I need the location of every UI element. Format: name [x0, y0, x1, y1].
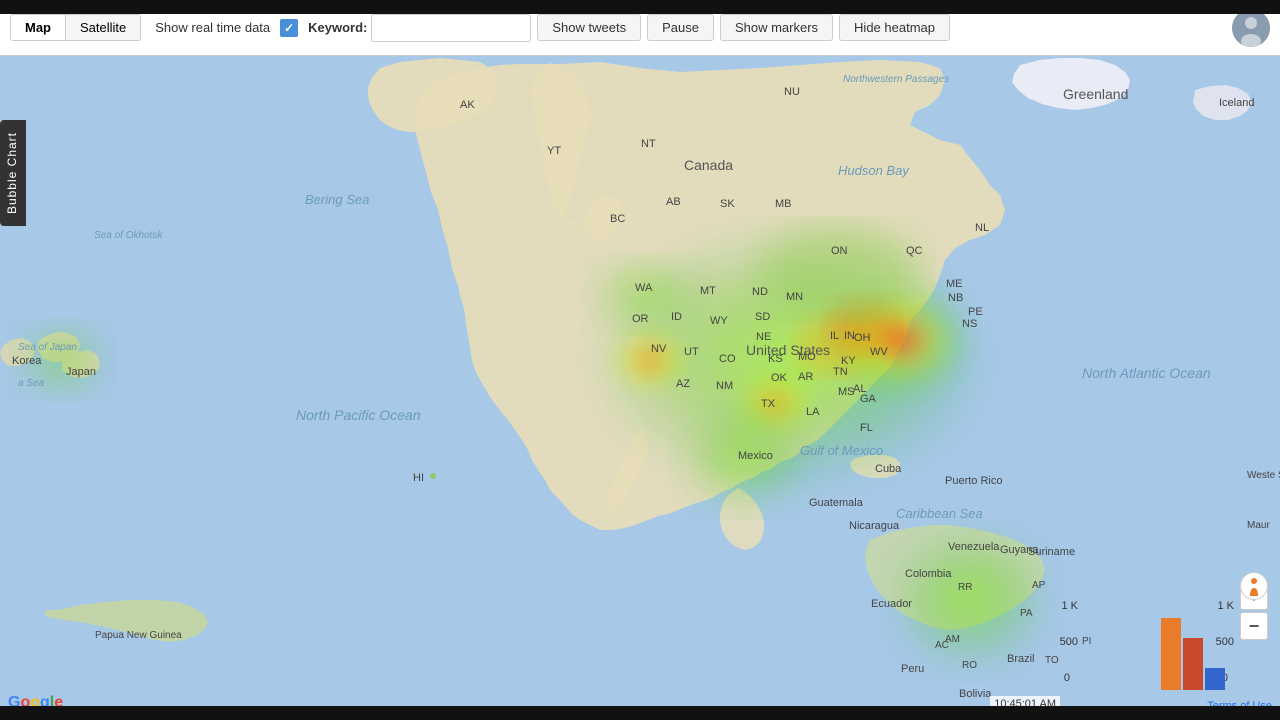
top-bezel: [0, 0, 1280, 14]
map-type-group: Map Satellite: [10, 14, 141, 41]
show-tweets-button[interactable]: Show tweets: [537, 14, 641, 41]
chart-y-label-1k: 1 K: [1061, 600, 1078, 612]
map-container: AK YT NT NU BC AB SK MB ON QC NL NB PE N…: [0, 0, 1280, 720]
satellite-button[interactable]: Satellite: [66, 15, 140, 40]
map-background: [0, 0, 1280, 720]
bottom-bezel: [0, 706, 1280, 720]
chart-bar-blue: [1205, 668, 1225, 690]
avatar[interactable]: [1232, 9, 1270, 47]
map-button[interactable]: Map: [11, 15, 66, 40]
realtime-checkbox[interactable]: [280, 19, 298, 37]
bubble-chart-tab[interactable]: Bubble Chart: [0, 120, 26, 226]
street-view-button[interactable]: [1240, 572, 1268, 600]
hide-heatmap-button[interactable]: Hide heatmap: [839, 14, 950, 41]
chart-y-label-0: 0: [1064, 672, 1070, 684]
show-markers-button[interactable]: Show markers: [720, 14, 833, 41]
keyword-label: Keyword:: [308, 20, 367, 35]
keyword-input[interactable]: [371, 14, 531, 42]
show-realtime-label: Show real time data: [155, 20, 270, 35]
bar-chart: [1161, 610, 1225, 690]
pause-button[interactable]: Pause: [647, 14, 714, 41]
chart-y-label-500: 500: [1060, 636, 1078, 648]
zoom-out-button[interactable]: −: [1240, 612, 1268, 640]
chart-bar-red: [1183, 638, 1203, 690]
chart-bar-orange: [1161, 618, 1181, 690]
keyword-container: Keyword:: [308, 14, 531, 42]
